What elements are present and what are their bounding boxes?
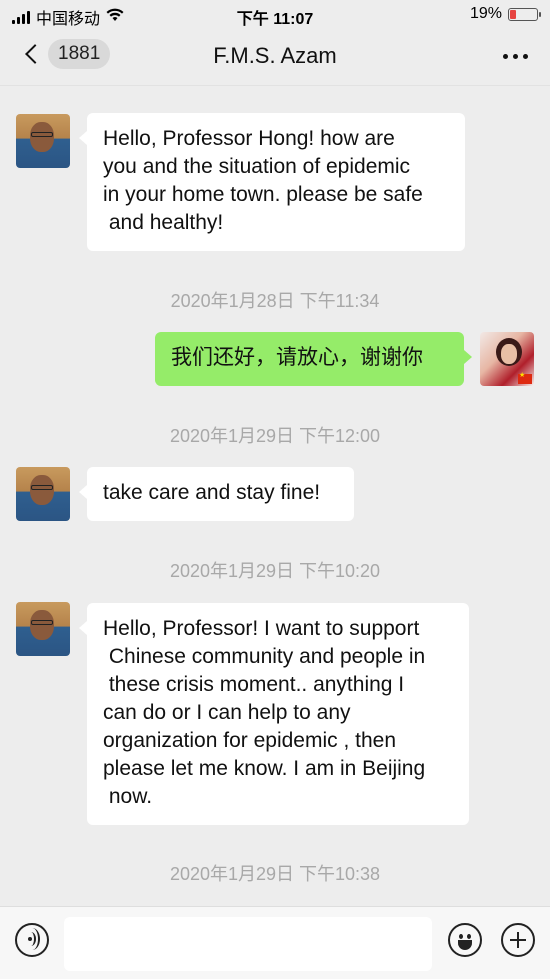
- status-right: 19%: [469, 5, 541, 23]
- voice-icon[interactable]: [15, 923, 49, 957]
- message-timestamp: 2020年1月29日 下午10:38: [169, 864, 381, 884]
- contact-avatar[interactable]: [16, 467, 70, 521]
- incoming-message-bubble[interactable]: Hello, Professor Hong! how are you and t…: [79, 113, 465, 251]
- chat-title: F.M.S. Azam: [213, 43, 337, 68]
- message-timestamp: 2020年1月29日 下午10:20: [169, 561, 381, 581]
- status-time: 下午 11:07: [236, 11, 314, 28]
- battery-icon: [508, 7, 541, 21]
- outgoing-message-bubble[interactable]: 我们还好，请放心，谢谢你: [155, 332, 472, 386]
- battery-percent: 19%: [469, 5, 502, 22]
- message-input[interactable]: [64, 917, 432, 971]
- message-input-bar: [0, 906, 550, 979]
- message-timestamp: 2020年1月29日 下午12:00: [169, 426, 381, 446]
- user-avatar[interactable]: [480, 332, 534, 386]
- more-dots-icon[interactable]: [503, 54, 528, 59]
- china-flag-icon: [518, 371, 532, 384]
- incoming-message-bubble[interactable]: take care and stay fine!: [79, 467, 354, 521]
- incoming-message-bubble[interactable]: Hello, Professor! I want to support Chin…: [79, 603, 469, 825]
- plus-icon[interactable]: [501, 923, 535, 957]
- message-timestamp: 2020年1月28日 下午11:34: [170, 291, 380, 311]
- contact-avatar[interactable]: [16, 114, 70, 168]
- status-bar: 中国移动 下午 11:07 19%: [0, 0, 550, 30]
- contact-avatar[interactable]: [16, 602, 70, 656]
- chat-header: 1881 F.M.S. Azam: [0, 30, 550, 86]
- emoji-icon[interactable]: [448, 923, 482, 957]
